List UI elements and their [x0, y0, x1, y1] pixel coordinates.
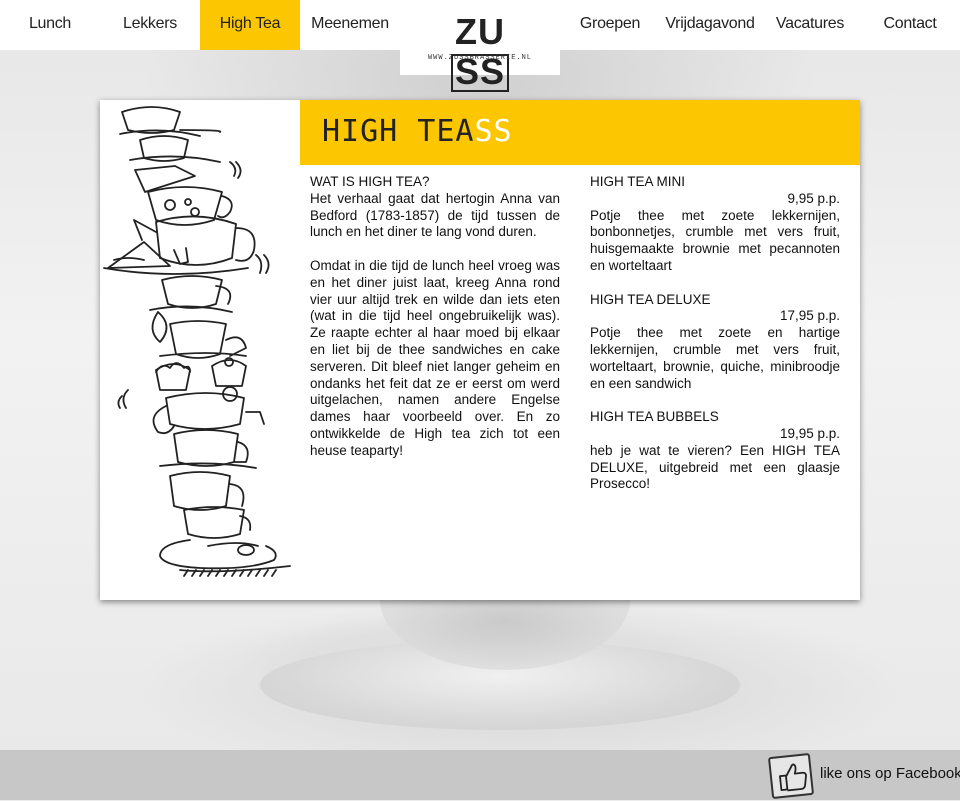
zuss-logo[interactable]: ZUSS WWW.ZUSSBRASSERIE.NL	[400, 0, 560, 92]
menu-item: HIGH TEA BUBBELS 19,95 p.p. heb je wat t…	[590, 409, 840, 493]
stacked-teacups-illustration	[100, 100, 300, 600]
page-title-banner: HIGH TEASS	[300, 100, 860, 165]
menu-item-price: 17,95 p.p.	[779, 308, 840, 324]
nav-vacatures[interactable]: Vacatures	[760, 0, 860, 50]
menu-item: HIGH TEA DELUXE 17,95 p.p. Potje thee me…	[590, 292, 840, 393]
history-heading: WAT IS HIGH TEA?	[310, 174, 430, 189]
nav-groepen[interactable]: Groepen	[560, 0, 660, 50]
nav-contact[interactable]: Contact	[860, 0, 960, 50]
thumbs-up-icon	[767, 752, 815, 800]
page-footer: like ons op Facebook	[0, 750, 960, 800]
history-paragraph-1: Het verhaal gaat dat hertogin Anna van B…	[310, 190, 560, 240]
menu-item-description: Potje thee met zoete lekkernijen, bonbon…	[590, 207, 840, 273]
high-tea-menu: HIGH TEA MINI 9,95 p.p. Potje thee met z…	[590, 174, 840, 493]
facebook-like-label: like ons op Facebook	[820, 765, 960, 782]
logo-mark: ZUSS	[430, 11, 530, 92]
facebook-like-link[interactable]: like ons op Facebook	[767, 752, 960, 800]
page-title-main: HIGH TEA	[322, 114, 475, 149]
logo-text-a: ZU	[455, 11, 505, 52]
nav-vrijdagavond[interactable]: Vrijdagavond	[660, 0, 760, 50]
page-title: HIGH TEASS	[322, 114, 513, 150]
high-tea-history: WAT IS HIGH TEA? Het verhaal gaat dat he…	[310, 174, 560, 460]
nav-lekkers[interactable]: Lekkers	[100, 0, 200, 50]
menu-item-price: 9,95 p.p.	[787, 190, 840, 206]
nav-lunch[interactable]: Lunch	[0, 0, 100, 50]
menu-item-price: 19,95 p.p.	[779, 425, 840, 441]
nav-high-tea[interactable]: High Tea	[200, 0, 300, 50]
history-paragraph-2: Omdat in die tijd de lunch heel vroeg wa…	[310, 257, 560, 458]
menu-item-name: HIGH TEA MINI	[590, 174, 686, 189]
menu-item-description: heb je wat te vieren? Een HIGH TEA DELUX…	[590, 442, 840, 492]
menu-item-name: HIGH TEA BUBBELS	[590, 409, 719, 425]
menu-item: HIGH TEA MINI 9,95 p.p. Potje thee met z…	[590, 174, 840, 275]
page-title-suffix: SS	[474, 114, 513, 149]
content-card: HIGH TEASS WAT IS HIGH TEA? Het verhaal …	[100, 100, 860, 600]
nav-meenemen[interactable]: Meenemen	[300, 0, 400, 50]
menu-item-description: Potje thee met zoete en hartige lekkerni…	[590, 325, 840, 391]
logo-url: WWW.ZUSSBRASSERIE.NL	[427, 54, 532, 62]
menu-item-name: HIGH TEA DELUXE	[590, 291, 711, 307]
